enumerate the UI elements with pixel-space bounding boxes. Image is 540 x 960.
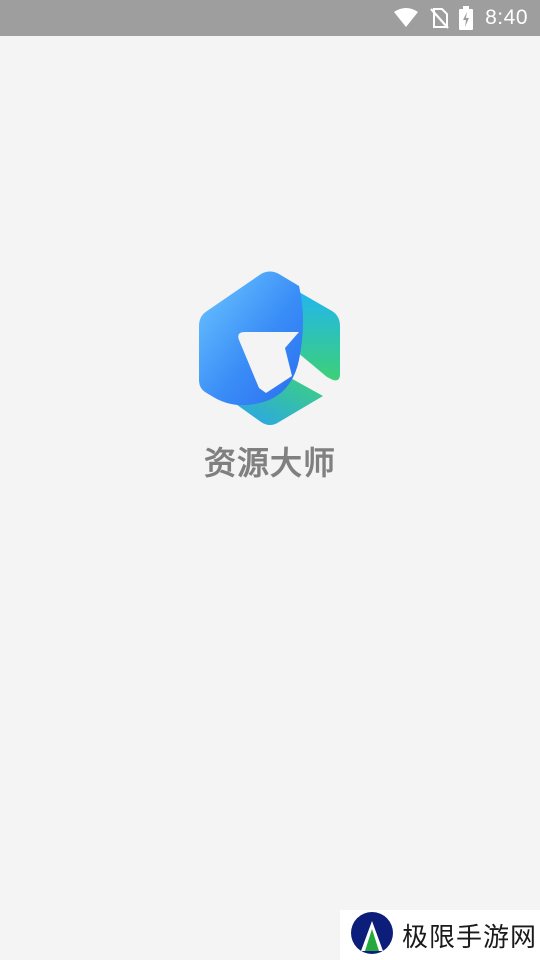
app-name: 资源大师	[203, 444, 336, 482]
status-bar: 8:40	[0, 0, 540, 36]
splash-screen	[0, 36, 540, 960]
watermark-text: 极限手游网	[402, 922, 538, 953]
no-sim-icon	[429, 7, 449, 29]
wifi-icon	[393, 8, 419, 28]
app-logo-icon	[195, 270, 345, 435]
status-time: 8:40	[485, 6, 528, 29]
battery-charging-icon	[459, 6, 474, 30]
watermark-logo-icon	[350, 911, 394, 959]
watermark: 极限手游网	[340, 910, 540, 960]
